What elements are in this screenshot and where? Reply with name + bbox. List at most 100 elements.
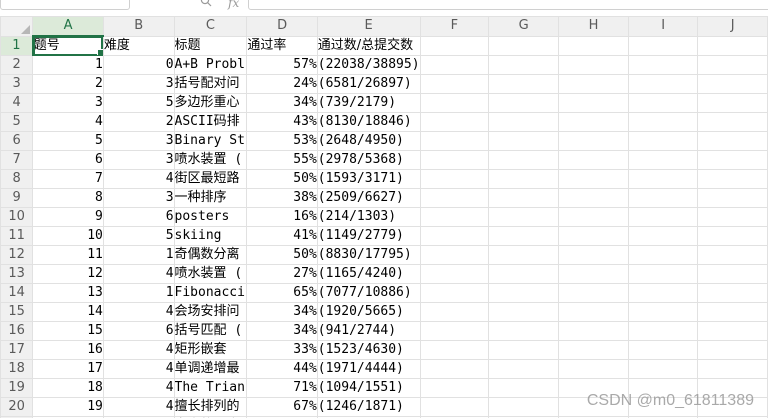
- cell-b12[interactable]: 1: [102, 245, 175, 265]
- cell-e2[interactable]: (22038/38895): [316, 55, 421, 75]
- cell-d18[interactable]: 44%: [246, 359, 318, 379]
- cell-i14[interactable]: [627, 283, 699, 303]
- cell-f11[interactable]: [419, 226, 490, 246]
- cell-d2[interactable]: 57%: [246, 55, 318, 75]
- cell-f2[interactable]: [419, 55, 490, 75]
- cell-e10[interactable]: (214/1303): [316, 207, 421, 227]
- cell-f4[interactable]: [419, 93, 490, 113]
- cell-c7[interactable]: 喷水装置 (: [173, 150, 248, 170]
- cell-c15[interactable]: 会场安排问: [173, 302, 248, 322]
- cell-c4[interactable]: 多边形重心: [173, 93, 248, 113]
- cell-i7[interactable]: [627, 150, 699, 170]
- fill-handle[interactable]: [96, 49, 103, 55]
- cell-g12[interactable]: [488, 245, 560, 265]
- cell-d4[interactable]: 34%: [246, 93, 318, 113]
- cell-b2[interactable]: 0: [102, 55, 175, 75]
- cell-d1[interactable]: 通过率: [246, 35, 318, 56]
- column-header-i[interactable]: I: [627, 16, 699, 37]
- cell-d15[interactable]: 34%: [246, 302, 318, 322]
- cell-i18[interactable]: [627, 359, 699, 379]
- row-header-15[interactable]: 15: [0, 302, 34, 322]
- row-header-12[interactable]: 12: [0, 245, 34, 265]
- cell-f17[interactable]: [419, 340, 490, 360]
- cell-e18[interactable]: (1971/4444): [316, 359, 421, 379]
- cell-a9[interactable]: 8: [32, 188, 104, 208]
- cell-d17[interactable]: 33%: [246, 340, 318, 360]
- cell-i3[interactable]: [627, 74, 699, 94]
- cell-j8[interactable]: [697, 169, 768, 189]
- cell-f18[interactable]: [419, 359, 490, 379]
- cell-e12[interactable]: (8830/17795): [316, 245, 421, 265]
- cell-a13[interactable]: 12: [32, 264, 104, 284]
- cell-j1[interactable]: [697, 35, 768, 56]
- cell-i9[interactable]: [627, 188, 699, 208]
- row-header-9[interactable]: 9: [0, 188, 34, 208]
- cell-j16[interactable]: [697, 321, 768, 341]
- cell-c8[interactable]: 街区最短路: [173, 169, 248, 189]
- cell-h10[interactable]: [558, 207, 629, 227]
- row-header-18[interactable]: 18: [0, 359, 34, 379]
- cell-i1[interactable]: [627, 35, 699, 56]
- cell-i8[interactable]: [627, 169, 699, 189]
- column-header-h[interactable]: H: [558, 16, 629, 37]
- cell-h9[interactable]: [558, 188, 629, 208]
- cell-j9[interactable]: [697, 188, 768, 208]
- cell-a19[interactable]: 18: [32, 378, 104, 398]
- cell-e4[interactable]: (739/2179): [316, 93, 421, 113]
- cell-j10[interactable]: [697, 207, 768, 227]
- cell-c3[interactable]: 括号配对问: [173, 74, 248, 94]
- cell-e5[interactable]: (8130/18846): [316, 112, 421, 132]
- cell-d6[interactable]: 53%: [246, 131, 318, 151]
- cell-h12[interactable]: [558, 245, 629, 265]
- cell-c17[interactable]: 矩形嵌套: [173, 340, 248, 360]
- cell-f12[interactable]: [419, 245, 490, 265]
- cell-h16[interactable]: [558, 321, 629, 341]
- cell-g5[interactable]: [488, 112, 560, 132]
- cell-a1[interactable]: 题号: [32, 35, 104, 56]
- cell-i15[interactable]: [627, 302, 699, 322]
- cell-j18[interactable]: [697, 359, 768, 379]
- cell-g16[interactable]: [488, 321, 560, 341]
- select-all-corner[interactable]: [0, 16, 34, 37]
- cell-j17[interactable]: [697, 340, 768, 360]
- cell-d14[interactable]: 65%: [246, 283, 318, 303]
- cell-e6[interactable]: (2648/4950): [316, 131, 421, 151]
- cell-b18[interactable]: 4: [102, 359, 175, 379]
- row-header-2[interactable]: 2: [0, 55, 34, 75]
- cell-c2[interactable]: A+B Probl: [173, 55, 248, 75]
- row-header-11[interactable]: 11: [0, 226, 34, 246]
- cell-j13[interactable]: [697, 264, 768, 284]
- cell-h1[interactable]: [558, 35, 629, 56]
- cell-c16[interactable]: 括号匹配 (: [173, 321, 248, 341]
- cell-a14[interactable]: 13: [32, 283, 104, 303]
- cell-c13[interactable]: 喷水装置 (: [173, 264, 248, 284]
- cell-b19[interactable]: 4: [102, 378, 175, 398]
- cell-d19[interactable]: 71%: [246, 378, 318, 398]
- row-header-20[interactable]: 20: [0, 397, 34, 417]
- cell-d16[interactable]: 34%: [246, 321, 318, 341]
- cell-g18[interactable]: [488, 359, 560, 379]
- cell-c11[interactable]: skiing: [173, 226, 248, 246]
- cell-b4[interactable]: 5: [102, 93, 175, 113]
- cell-f8[interactable]: [419, 169, 490, 189]
- cell-f16[interactable]: [419, 321, 490, 341]
- cell-e1[interactable]: 通过数/总提交数: [316, 35, 421, 56]
- column-header-d[interactable]: D: [246, 16, 318, 37]
- cell-h7[interactable]: [558, 150, 629, 170]
- cell-e8[interactable]: (1593/3171): [316, 169, 421, 189]
- cell-c6[interactable]: Binary St: [173, 131, 248, 151]
- cell-d7[interactable]: 55%: [246, 150, 318, 170]
- cell-a11[interactable]: 10: [32, 226, 104, 246]
- cell-d8[interactable]: 50%: [246, 169, 318, 189]
- row-header-8[interactable]: 8: [0, 169, 34, 189]
- row-header-10[interactable]: 10: [0, 207, 34, 227]
- cell-i5[interactable]: [627, 112, 699, 132]
- cell-f1[interactable]: [419, 35, 490, 56]
- cell-h18[interactable]: [558, 359, 629, 379]
- row-header-19[interactable]: 19: [0, 378, 34, 398]
- cell-g4[interactable]: [488, 93, 560, 113]
- cell-f20[interactable]: [419, 397, 490, 417]
- cell-g19[interactable]: [488, 378, 560, 398]
- cell-i4[interactable]: [627, 93, 699, 113]
- cell-e7[interactable]: (2978/5368): [316, 150, 421, 170]
